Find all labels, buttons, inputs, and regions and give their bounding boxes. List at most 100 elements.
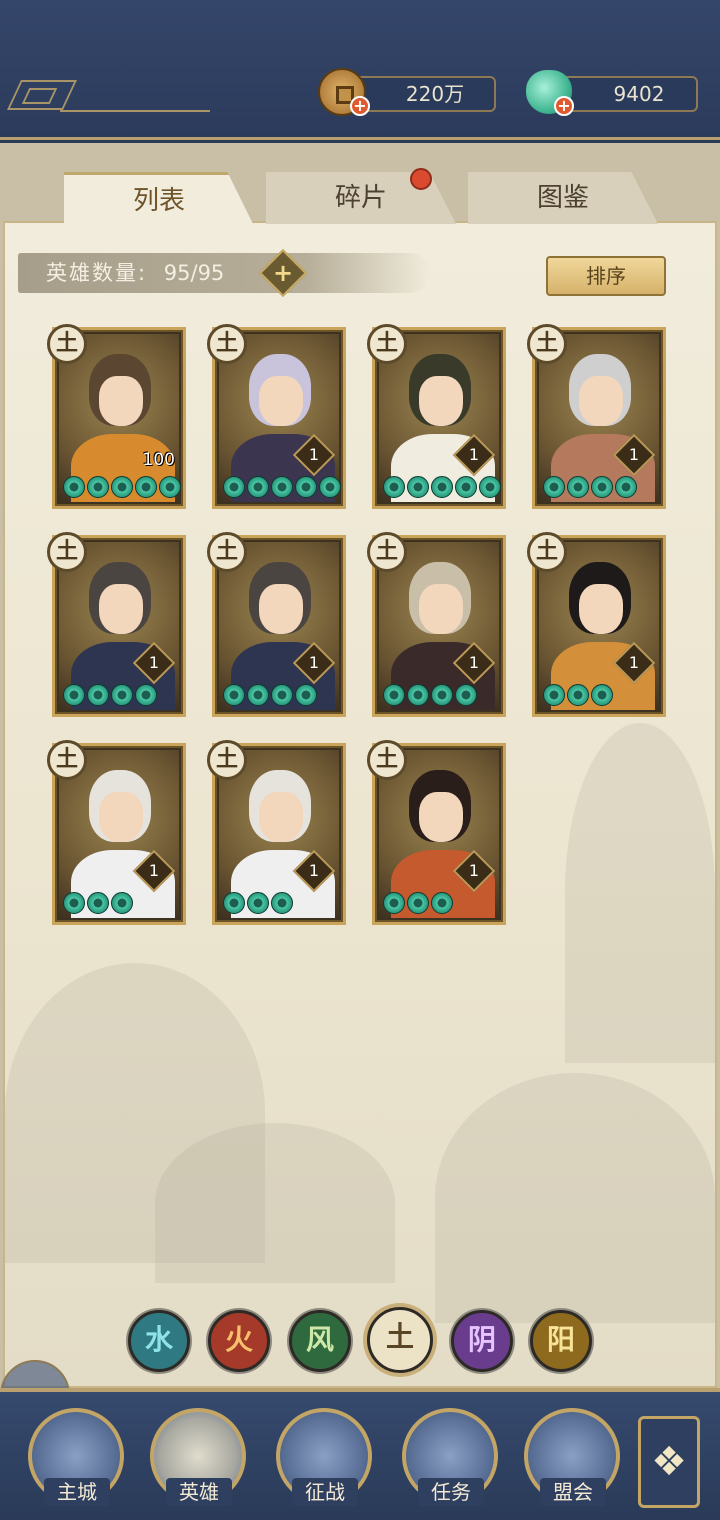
jade-star-icon	[135, 476, 157, 498]
menu-button[interactable]: ❖	[638, 1416, 700, 1508]
nav-quests-label: 任务	[418, 1478, 484, 1506]
hero-star-rating	[543, 476, 637, 500]
hero-count-bar: 英雄数量: 95/95	[18, 253, 430, 293]
jade-star-icon	[111, 892, 133, 914]
hero-level: 1	[468, 861, 480, 880]
jade-star-icon	[247, 684, 269, 706]
add-jade-button[interactable]: +	[554, 96, 574, 116]
earth-element-icon: 土	[207, 532, 247, 572]
mountain-decoration	[435, 1073, 715, 1323]
fire-element-filter[interactable]: 火	[208, 1310, 270, 1372]
hero-face	[419, 792, 463, 842]
jade-star-icon	[455, 684, 477, 706]
water-element-filter[interactable]: 水	[128, 1310, 190, 1372]
hero-card[interactable]: 土1	[207, 740, 346, 925]
jade-star-icon	[431, 684, 453, 706]
nav-campaign[interactable]: 征战	[276, 1408, 372, 1506]
hero-level: 100	[142, 450, 175, 470]
jade-star-icon	[431, 892, 453, 914]
hero-card[interactable]: 土1	[367, 740, 506, 925]
jade-star-icon	[591, 476, 613, 498]
hero-count-label: 英雄数量:	[46, 261, 148, 285]
jade-star-icon	[455, 476, 477, 498]
earth-element-icon: 土	[47, 532, 87, 572]
jade-star-icon	[319, 476, 341, 498]
nav-guild-label: 盟会	[540, 1478, 606, 1506]
jade-star-icon	[271, 892, 293, 914]
plus-icon: +	[272, 259, 294, 287]
yang-element-filter[interactable]: 阳	[530, 1310, 592, 1372]
earth-element-icon: 土	[367, 324, 407, 364]
jade-star-icon	[87, 892, 109, 914]
hero-face	[579, 584, 623, 634]
jade-star-icon	[247, 476, 269, 498]
hero-card[interactable]: 土1	[207, 532, 346, 717]
hero-level: 1	[468, 653, 480, 672]
jade-star-icon	[159, 476, 181, 498]
hero-star-rating	[383, 476, 501, 500]
hero-level: 1	[628, 445, 640, 464]
hero-card[interactable]: 土1	[47, 532, 186, 717]
jade-star-icon	[111, 684, 133, 706]
jade-star-icon	[295, 476, 317, 498]
hero-card[interactable]: 土1	[527, 324, 666, 509]
yin-element-filter[interactable]: 阴	[451, 1310, 513, 1372]
coin-balance: 220万	[350, 76, 496, 112]
earth-element-icon: 土	[207, 740, 247, 780]
hero-face	[419, 584, 463, 634]
jade-star-icon	[247, 892, 269, 914]
mountain-decoration	[155, 1123, 395, 1283]
jade-star-icon	[223, 684, 245, 706]
earth-element-filter[interactable]: 土	[367, 1307, 433, 1373]
nav-guild[interactable]: 盟会	[524, 1408, 620, 1506]
hero-face	[99, 376, 143, 426]
nav-heroes[interactable]: 英雄	[150, 1408, 246, 1506]
nav-quests[interactable]: 任务	[402, 1408, 498, 1506]
nav-main-city-label: 主城	[44, 1478, 110, 1506]
jade-star-icon	[63, 684, 85, 706]
hero-star-rating	[63, 684, 157, 708]
jade-star-icon	[383, 476, 405, 498]
hero-card[interactable]: 土1	[207, 324, 346, 509]
jade-star-icon	[383, 892, 405, 914]
jade-star-icon	[271, 476, 293, 498]
hero-face	[259, 584, 303, 634]
hero-card[interactable]: 土1	[527, 532, 666, 717]
hero-card[interactable]: 土 100	[47, 324, 186, 509]
tab-list[interactable]: 列表	[64, 172, 254, 226]
jade-balance: 9402	[560, 76, 698, 112]
divider	[60, 110, 210, 112]
jade-star-icon	[479, 476, 501, 498]
hero-face	[99, 792, 143, 842]
earth-element-icon: 土	[47, 740, 87, 780]
wind-element-filter[interactable]: 风	[289, 1310, 351, 1372]
add-coins-button[interactable]: +	[350, 96, 370, 116]
hero-face	[259, 792, 303, 842]
jade-star-icon	[567, 476, 589, 498]
hero-card[interactable]: 土1	[367, 532, 506, 717]
hero-level: 1	[148, 861, 160, 880]
tab-codex[interactable]: 图鉴	[468, 172, 658, 224]
jade-star-icon	[223, 892, 245, 914]
sort-button[interactable]: 排序	[546, 256, 666, 296]
earth-element-icon: 土	[527, 324, 567, 364]
earth-element-icon: 土	[527, 532, 567, 572]
jade-star-icon	[407, 684, 429, 706]
hero-star-rating	[543, 684, 613, 708]
jade-star-icon	[407, 892, 429, 914]
hero-star-rating	[383, 684, 477, 708]
hero-face	[579, 376, 623, 426]
top-bar: 220万 + 9402 +	[0, 0, 720, 140]
nav-main-city[interactable]: 主城	[28, 1408, 124, 1506]
jade-star-icon	[63, 892, 85, 914]
jade-star-icon	[615, 476, 637, 498]
hero-card[interactable]: 土1	[47, 740, 186, 925]
hero-card[interactable]: 土1	[367, 324, 506, 509]
hero-star-rating	[63, 892, 133, 916]
nav-campaign-label: 征战	[292, 1478, 358, 1506]
hero-level: 1	[308, 445, 320, 464]
earth-element-icon: 土	[367, 532, 407, 572]
pattern-logo-icon	[7, 80, 77, 110]
jade-star-icon	[591, 684, 613, 706]
jade-star-icon	[543, 684, 565, 706]
